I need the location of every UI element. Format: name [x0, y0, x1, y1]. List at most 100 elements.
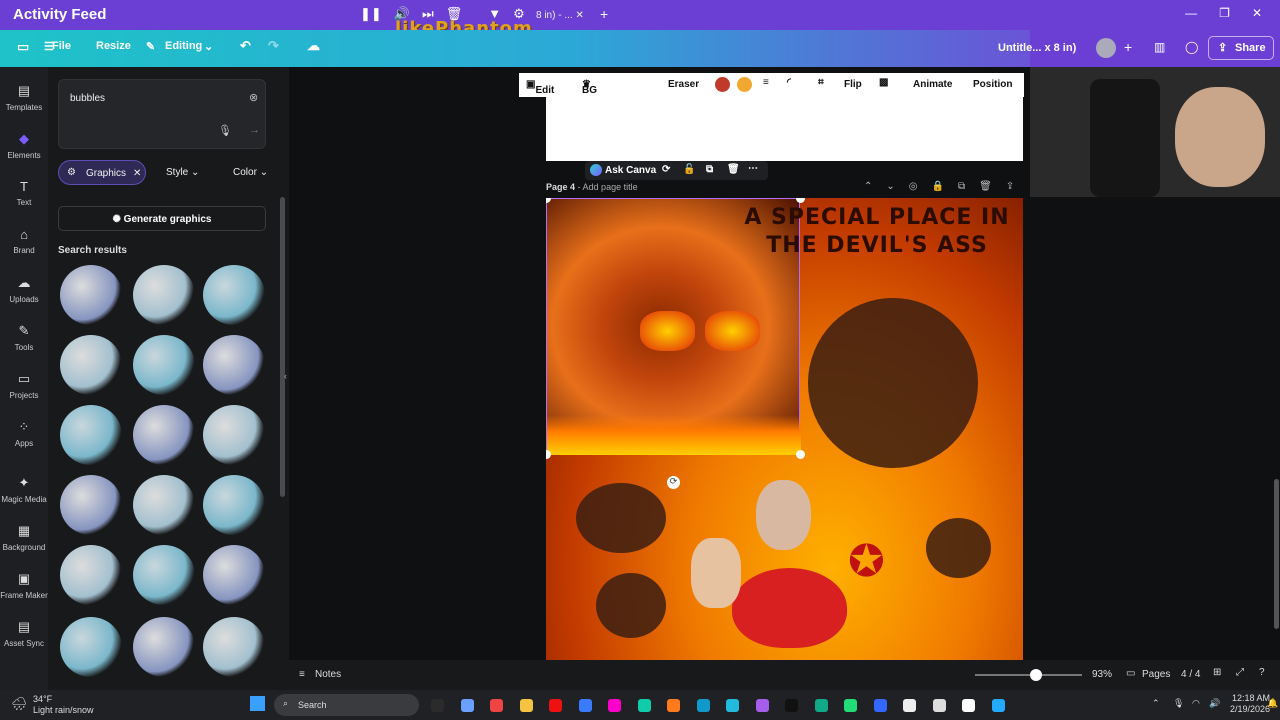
cloud-save-icon[interactable]: ☁ [307, 38, 320, 54]
taskbar-app-icon[interactable] [962, 699, 975, 712]
taskbar-app-icon[interactable] [903, 699, 916, 712]
devil-heart-graphic[interactable] [732, 568, 847, 648]
bubble-result-thumbnail[interactable] [203, 475, 265, 535]
notification-icon[interactable]: 🔔 [1267, 698, 1278, 709]
bubble-result-thumbnail[interactable] [60, 545, 122, 605]
undo-icon[interactable]: ↶ [240, 38, 251, 54]
resize-handle[interactable] [546, 450, 551, 459]
add-collaborator-icon[interactable]: + [1124, 39, 1132, 55]
page-title-input[interactable]: - Add page title [578, 182, 638, 192]
zoom-slider[interactable] [975, 674, 1082, 676]
eraser-button[interactable]: Eraser [668, 79, 699, 90]
flip-button[interactable]: Flip [844, 79, 862, 90]
devil-emoji[interactable] [596, 573, 666, 638]
editing-mode-button[interactable]: Editing [165, 40, 202, 52]
hide-page-icon[interactable]: ◎ [909, 181, 918, 192]
comment-icon[interactable]: ◯ [1185, 40, 1198, 54]
taskbar-app-icon[interactable] [460, 699, 474, 712]
scrollbar[interactable] [280, 197, 285, 497]
color-swatch-orange[interactable] [737, 77, 752, 92]
taskbar-app-icon[interactable] [549, 699, 562, 712]
face-sticker[interactable] [691, 538, 741, 608]
bubble-result-thumbnail[interactable] [60, 617, 122, 677]
taskbar-app-icon[interactable] [785, 699, 798, 712]
redo-icon[interactable]: ↷ [268, 38, 279, 54]
analytics-icon[interactable]: ▥ [1154, 40, 1165, 54]
search-input[interactable]: bubbles ⊗ 🎙 → [58, 79, 266, 149]
style-filter[interactable]: Style ⌄ [155, 160, 213, 185]
bubble-result-thumbnail[interactable] [203, 265, 265, 325]
bubble-result-thumbnail[interactable] [203, 335, 265, 395]
devil-emoji-large[interactable] [808, 298, 978, 468]
resize-handle[interactable] [796, 450, 805, 459]
file-menu[interactable]: File [52, 40, 71, 52]
bubble-result-thumbnail[interactable] [203, 617, 265, 677]
help-icon[interactable]: ? [1259, 667, 1265, 678]
graphics-filter-chip[interactable]: ⚙ Graphics ✕ [58, 160, 146, 185]
sidebar-item-background[interactable]: ▦ Background [0, 523, 48, 552]
bubble-result-thumbnail[interactable] [203, 545, 265, 605]
edit-button[interactable]: ▣ Edit [526, 79, 554, 96]
taskbar-app-icon[interactable] [844, 699, 857, 712]
delete-icon[interactable]: 🗑 [727, 164, 740, 175]
duplicate-page-icon[interactable]: ⧉ [958, 181, 965, 192]
crop-icon[interactable]: ⌗ [818, 77, 824, 88]
microphone-icon[interactable]: 🎙 [218, 124, 232, 137]
sidebar-item-apps[interactable]: ⁘ Apps [0, 419, 48, 448]
notes-icon[interactable]: ≡ [299, 669, 305, 680]
bubble-result-thumbnail[interactable] [60, 405, 122, 465]
taskbar-app-icon[interactable] [490, 699, 503, 712]
sidebar-item-projects[interactable]: ▭ Projects [0, 371, 48, 400]
animate-button[interactable]: Animate [913, 79, 952, 90]
bubble-result-thumbnail[interactable] [133, 545, 195, 605]
ask-canva-button[interactable]: Ask Canva [605, 165, 656, 176]
tray-chevron-icon[interactable]: ⌃ [1152, 698, 1160, 709]
chevron-up-icon[interactable]: ⌃ [864, 181, 872, 192]
taskbar-app-icon[interactable] [696, 699, 710, 712]
bubble-result-thumbnail[interactable] [133, 405, 195, 465]
transparency-icon[interactable]: ▩ [879, 77, 888, 88]
bubble-result-thumbnail[interactable] [133, 265, 195, 325]
share-button[interactable]: ⇪ Share [1208, 36, 1274, 60]
clock-time[interactable]: 12:18 AM [1232, 693, 1270, 703]
document-title[interactable]: Untitle... x 8 in) [998, 42, 1076, 54]
browser-tab[interactable]: 8 in) - ... ✕ [530, 4, 592, 26]
notes-button[interactable]: Notes [315, 669, 341, 680]
color-swatch-red[interactable] [715, 77, 730, 92]
lock-page-icon[interactable]: 🔒 [932, 181, 944, 192]
bubble-result-thumbnail[interactable] [60, 265, 122, 325]
chevron-down-icon[interactable]: ⌄ [886, 181, 894, 192]
taskbar-app-icon[interactable] [814, 699, 828, 712]
sidebar-item-elements[interactable]: ◆ Elements [0, 131, 48, 160]
clear-search-icon[interactable]: ⊗ [249, 91, 258, 104]
corner-rounding-icon[interactable]: ◜ [787, 77, 791, 88]
pause-icon[interactable]: ❚❚ [360, 6, 382, 22]
generate-graphics-button[interactable]: ✺ Generate graphics [58, 206, 266, 231]
sidebar-toggle-icon[interactable]: ▭ [17, 39, 29, 55]
pentagram-graphic[interactable]: ✪ [848, 536, 885, 587]
resize-handle[interactable] [796, 198, 805, 203]
clock-date[interactable]: 2/19/2026 [1230, 704, 1270, 714]
sidebar-item-text[interactable]: T Text [0, 179, 48, 207]
taskbar-app-icon[interactable] [873, 699, 887, 712]
volume-icon[interactable]: 🔊 [1209, 698, 1220, 709]
taskbar-app-icon[interactable] [932, 699, 946, 712]
add-page-icon[interactable]: ⇪ [1006, 181, 1014, 192]
taskbar-app-icon[interactable] [431, 699, 444, 712]
weather-icon[interactable]: 🌧 [11, 696, 28, 712]
taskbar-app-icon[interactable] [726, 699, 739, 712]
taskbar-app-icon[interactable] [578, 699, 592, 712]
duplicate-icon[interactable]: ⧉ [706, 164, 713, 175]
scrollbar[interactable] [1274, 479, 1279, 629]
close-window-icon[interactable]: ✕ [1252, 6, 1262, 20]
resize-button[interactable]: Resize [96, 40, 131, 52]
delete-page-icon[interactable]: 🗑 [979, 181, 992, 192]
sidebar-item-tools[interactable]: ✎ Tools [0, 323, 48, 352]
devil-emoji[interactable] [926, 518, 991, 578]
taskbar-app-icon[interactable] [519, 699, 533, 712]
chevron-down-icon[interactable]: ⌄ [204, 40, 213, 53]
bubble-result-thumbnail[interactable] [133, 475, 195, 535]
wifi-icon[interactable]: ◠ [1192, 698, 1200, 709]
position-button[interactable]: Position [973, 79, 1012, 90]
taskbar-app-icon[interactable] [667, 699, 680, 712]
